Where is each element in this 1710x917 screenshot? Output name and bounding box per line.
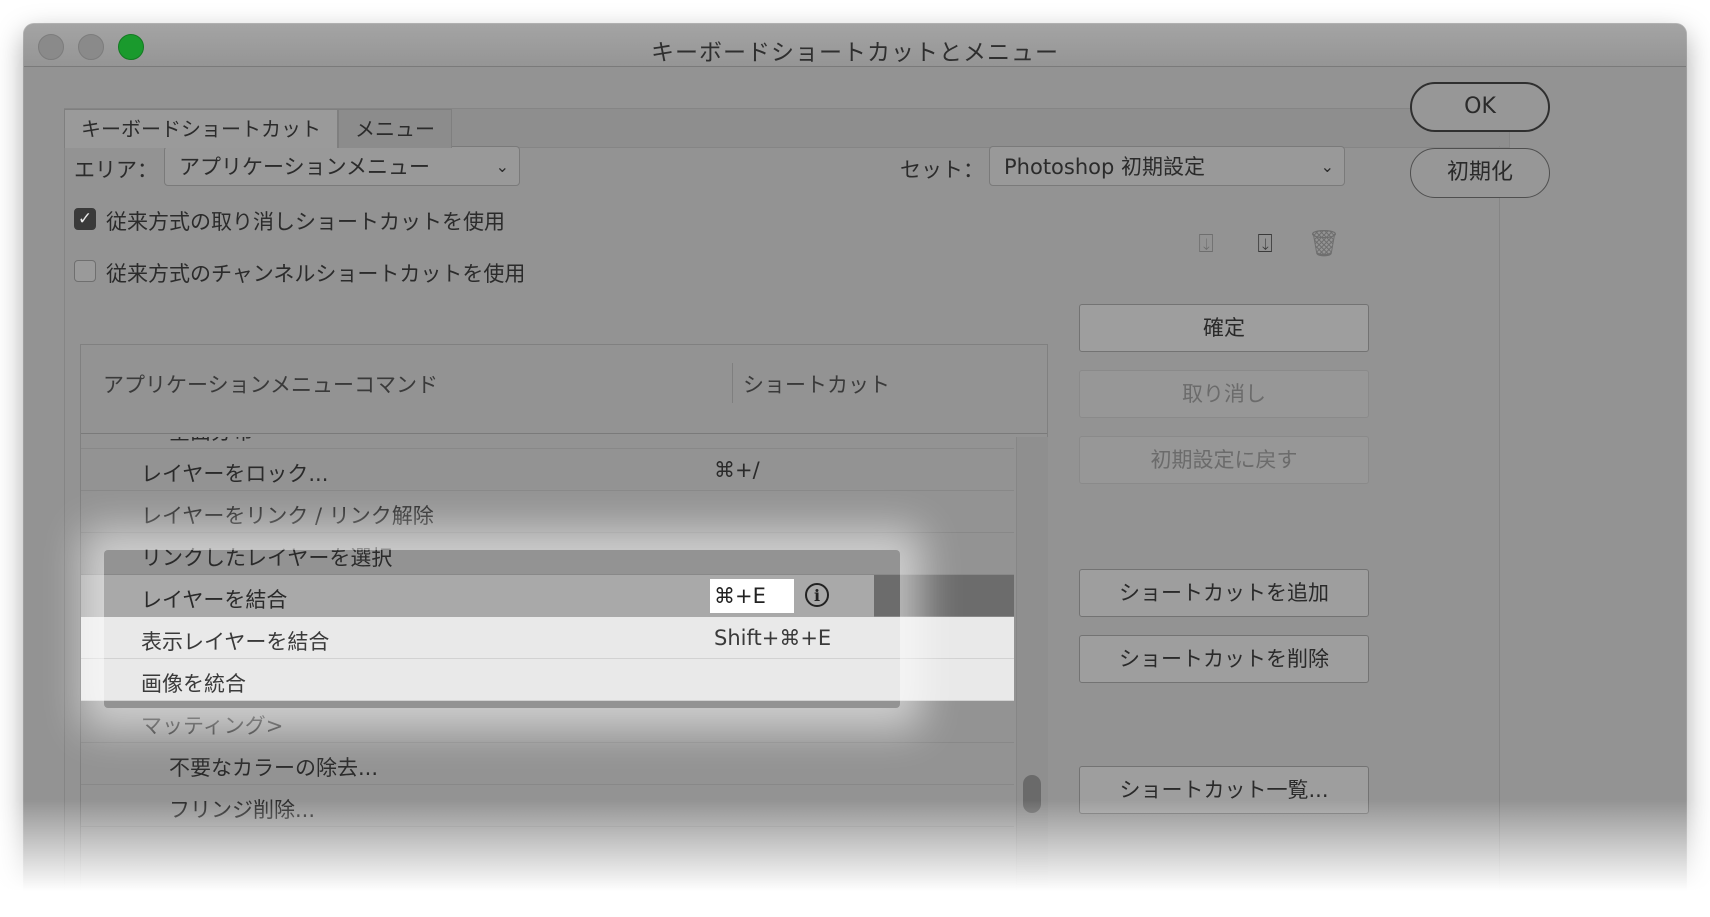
row-command: レイヤーをロック...	[141, 462, 329, 486]
table-row-selected[interactable]: レイヤーを結合 ⌘+E i	[81, 575, 1014, 617]
column-divider	[732, 363, 733, 403]
row-command: 表示レイヤーを結合	[141, 630, 330, 654]
chevron-down-icon: ⌄	[1320, 157, 1334, 176]
table-row[interactable]: 表示レイヤーを結合 Shift+⌘+E	[81, 617, 1014, 659]
scrollbar-thumb[interactable]	[1023, 775, 1041, 813]
table-row[interactable]: フリンジ削除...	[81, 785, 1014, 827]
area-select[interactable]: アプリケーションメニュー ⌄	[164, 146, 520, 186]
table-row[interactable]: 不要なカラーの除去...	[81, 743, 1014, 785]
table-row[interactable]: レイヤーをロック... ⌘+/	[81, 449, 1014, 491]
row-command: レイヤーをリンク / リンク解除	[141, 504, 434, 528]
table-row[interactable]: マッティング>	[81, 701, 1014, 743]
row-command: レイヤーを結合	[141, 588, 288, 612]
row-command: マッティング>	[141, 714, 284, 738]
reset-button[interactable]: 初期化	[1410, 148, 1550, 198]
vertical-scrollbar[interactable]	[1016, 437, 1048, 903]
column-header-shortcut: ショートカット	[743, 373, 890, 397]
table-row[interactable]: リンクしたレイヤーを選択	[81, 533, 1014, 575]
set-label: セット：	[900, 158, 984, 182]
shortcut-edit-field[interactable]: ⌘+E	[710, 579, 794, 613]
shortcuts-table: アプリケーションメニューコマンド ショートカット 全面分布 レイヤーをロック..…	[80, 344, 1048, 904]
column-header-command: アプリケーションメニューコマンド	[103, 373, 438, 397]
reset-default-button[interactable]: 初期設定に戻す	[1079, 436, 1369, 484]
info-icon[interactable]: i	[805, 583, 829, 607]
title-bar: キーボードショートカットとメニュー	[24, 24, 1686, 67]
area-label: エリア：	[74, 158, 158, 182]
window-title: キーボードショートカットとメニュー	[651, 40, 1059, 66]
table-row[interactable]: 画像を統合	[81, 659, 1014, 701]
confirm-button[interactable]: 確定	[1079, 304, 1369, 352]
tab-bar: キーボードショートカット メニュー	[64, 109, 452, 148]
table-row[interactable]: レイヤーをリンク / リンク解除	[81, 491, 1014, 533]
tab-keyboard-shortcuts[interactable]: キーボードショートカット	[64, 109, 338, 148]
row-command: フリンジ削除...	[169, 798, 316, 822]
row-command: リンクしたレイヤーを選択	[141, 546, 393, 570]
legacy-undo-label: 従来方式の取り消しショートカットを使用	[106, 210, 505, 234]
row-shortcut: Shift+⌘+E	[714, 626, 832, 650]
undo-button[interactable]: 取り消し	[1079, 370, 1369, 418]
summarize-button[interactable]: ショートカット一覧...	[1079, 766, 1369, 814]
set-select[interactable]: Photoshop 初期設定 ⌄	[989, 146, 1345, 186]
row-shortcut: ⌘+/	[714, 458, 760, 482]
row-command: 画像を統合	[141, 672, 246, 696]
table-row[interactable]: 全面分布	[81, 437, 1014, 449]
row-command: 全面分布	[169, 437, 253, 446]
add-shortcut-button[interactable]: ショートカットを追加	[1079, 569, 1369, 617]
legacy-channel-label: 従来方式のチャンネルショートカットを使用	[106, 262, 526, 286]
delete-shortcut-button[interactable]: ショートカットを削除	[1079, 635, 1369, 683]
area-select-value: アプリケーションメニュー	[179, 155, 430, 179]
table-body: 全面分布 レイヤーをロック... ⌘+/ レイヤーをリンク / リンク解除 リン…	[81, 437, 1014, 904]
table-header: アプリケーションメニューコマンド ショートカット	[81, 345, 1047, 434]
legacy-undo-checkbox[interactable]: ✓	[74, 208, 96, 230]
set-select-value: Photoshop 初期設定	[1004, 155, 1206, 179]
save-as-set-icon[interactable]: ⍗	[1245, 224, 1285, 264]
dialog-window: キーボードショートカットとメニュー キーボードショートカット メニュー エリア：…	[24, 24, 1686, 904]
legacy-channel-checkbox[interactable]	[74, 260, 96, 282]
row-command: 不要なカラーの除去...	[169, 756, 379, 780]
trash-icon[interactable]: 🗑	[1304, 224, 1344, 264]
save-set-icon[interactable]: ⍗	[1186, 224, 1226, 264]
tab-menus[interactable]: メニュー	[338, 109, 452, 148]
ok-button[interactable]: OK	[1410, 82, 1550, 132]
chevron-down-icon: ⌄	[495, 157, 509, 176]
